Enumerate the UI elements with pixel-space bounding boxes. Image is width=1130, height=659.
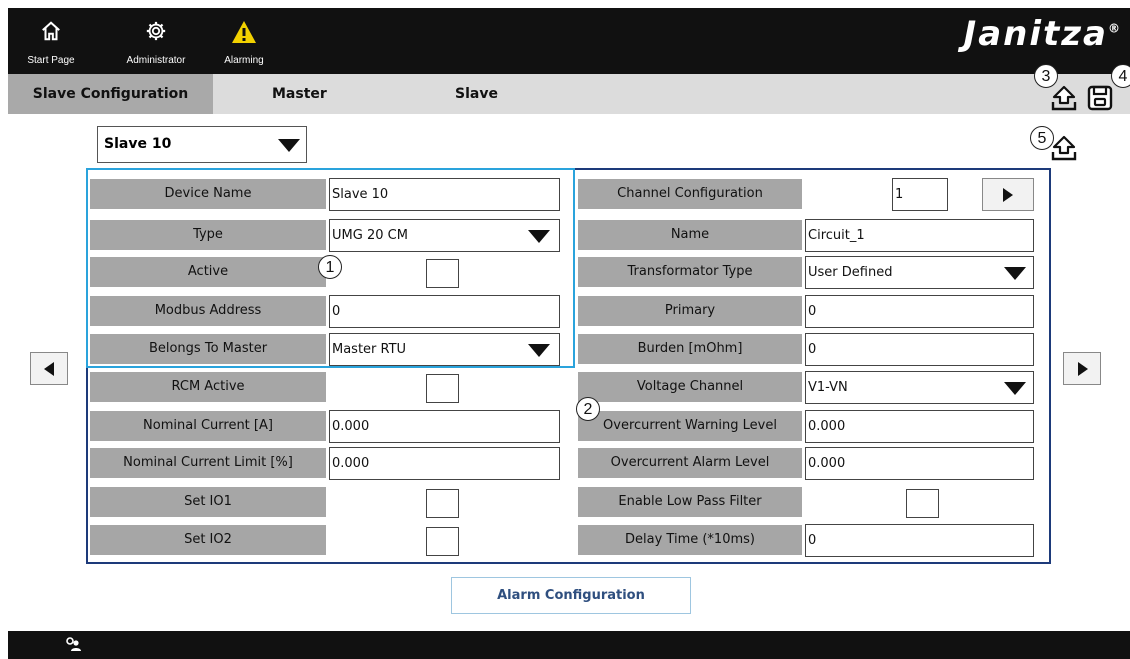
save-icon (1087, 85, 1113, 111)
administrator-label: Administrator (126, 55, 186, 66)
callout-1: 1 (318, 255, 342, 279)
logo-text: Janitza (963, 14, 1108, 54)
warning-icon (232, 21, 256, 43)
upload-icon (1051, 85, 1077, 111)
callout-4: 4 (1111, 64, 1130, 88)
start-page-button[interactable]: Start Page (14, 8, 88, 74)
alarming-label: Alarming (224, 55, 264, 66)
arrow-left-icon (44, 362, 54, 376)
logo-registered-mark: ® (1108, 21, 1122, 36)
administrator-button[interactable]: Administrator (108, 8, 204, 74)
upload-button[interactable] (1050, 84, 1082, 116)
slave-select-value: Slave 10 (104, 136, 172, 152)
alarming-button[interactable]: Alarming (216, 8, 272, 74)
tab-master[interactable]: Master (272, 74, 332, 114)
bottom-bar (8, 631, 1130, 659)
upload-icon (1051, 135, 1077, 161)
tab-slave[interactable]: Slave (455, 74, 515, 114)
gear-icon (146, 21, 166, 41)
callout-3: 3 (1034, 64, 1058, 88)
home-icon (42, 21, 60, 41)
start-page-label: Start Page (27, 55, 75, 66)
slave-select[interactable]: Slave 10 (97, 126, 307, 163)
alarm-configuration-button[interactable]: Alarm Configuration (451, 577, 691, 614)
channel-upload-button[interactable] (1050, 134, 1082, 166)
user-icon (66, 637, 81, 651)
save-button[interactable] (1086, 84, 1116, 116)
user-button[interactable] (64, 636, 84, 654)
previous-page-button[interactable] (30, 352, 68, 385)
chevron-down-icon (278, 139, 300, 152)
next-page-button[interactable] (1063, 352, 1101, 385)
callout-5: 5 (1030, 126, 1054, 150)
janitza-logo: Janitza® (964, 14, 1122, 54)
callout-2: 2 (576, 397, 600, 421)
tab-slave-configuration[interactable]: Slave Configuration (8, 74, 213, 114)
arrow-right-icon (1078, 362, 1088, 376)
